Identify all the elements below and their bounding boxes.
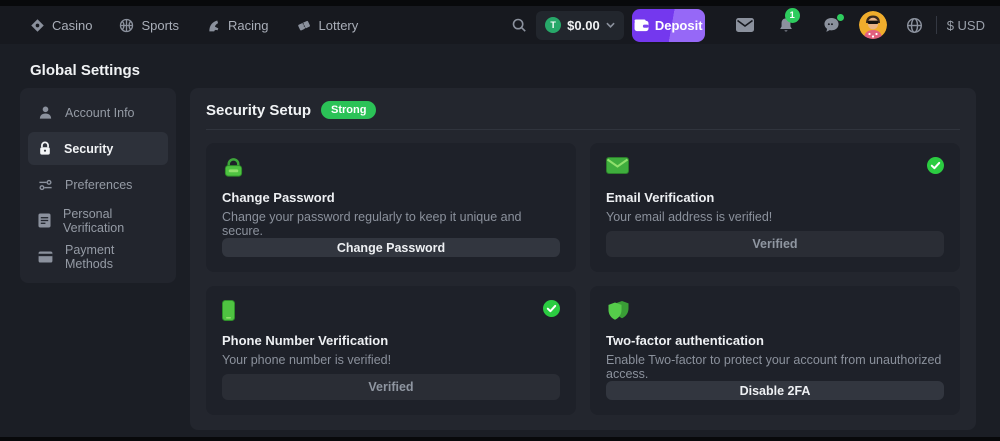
- page-content: Global Settings Account Info Security Pr…: [0, 44, 1000, 437]
- sidebar-item-payment-methods[interactable]: Payment Methods: [28, 240, 168, 273]
- lock-icon: [38, 141, 52, 156]
- tether-coin-icon: T: [545, 17, 561, 33]
- card-description: Enable Two-factor to protect your accoun…: [606, 353, 944, 381]
- card-description: Change your password regularly to keep i…: [222, 210, 560, 238]
- balance-amount: $0.00: [567, 18, 600, 33]
- user-avatar[interactable]: [859, 11, 887, 39]
- phone-green-icon: [222, 300, 235, 326]
- card-title: Two-factor authentication: [606, 333, 944, 348]
- nav-label: Sports: [141, 18, 179, 33]
- notification-count-badge: 1: [785, 8, 800, 23]
- verified-check-icon: [543, 300, 560, 322]
- chevron-down-icon: [606, 22, 615, 28]
- card-title: Change Password: [222, 190, 560, 205]
- security-cards-grid: Change Password Change your password reg…: [206, 143, 960, 415]
- card-description: Your phone number is verified!: [222, 353, 560, 367]
- security-setup-panel: Security Setup Strong Change Password Ch…: [190, 88, 976, 430]
- primary-nav: Casino Sports Racing Lottery: [30, 18, 358, 33]
- sidebar-item-preferences[interactable]: Preferences: [28, 168, 168, 201]
- strength-badge: Strong: [321, 101, 376, 119]
- nav-item-lottery[interactable]: Lottery: [296, 18, 359, 33]
- nav-item-sports[interactable]: Sports: [119, 18, 179, 33]
- wallet-icon: [634, 19, 649, 32]
- lottery-ticket-icon: [296, 18, 312, 33]
- chat-status-dot: [837, 14, 844, 21]
- mail-icon[interactable]: [736, 18, 754, 32]
- phone-verified-button[interactable]: Verified: [222, 374, 560, 400]
- deposit-button[interactable]: Deposit: [632, 9, 705, 42]
- email-verified-button[interactable]: Verified: [606, 231, 944, 257]
- card-icon-row: [222, 300, 560, 324]
- verified-check-icon: [927, 157, 944, 179]
- nav-item-racing[interactable]: Racing: [206, 18, 268, 33]
- sidebar-item-label: Payment Methods: [65, 243, 158, 271]
- card-icon-row: [606, 300, 944, 324]
- notifications-bell-icon[interactable]: 1: [778, 17, 794, 34]
- preferences-sliders-icon: [38, 178, 53, 192]
- card-icon-row: [606, 157, 944, 181]
- card-description: Your email address is verified!: [606, 210, 944, 224]
- change-password-card: Change Password Change your password reg…: [206, 143, 576, 272]
- card-title: Phone Number Verification: [222, 333, 560, 348]
- two-factor-card: Two-factor authentication Enable Two-fac…: [590, 286, 960, 415]
- email-verification-card: Email Verification Your email address is…: [590, 143, 960, 272]
- language-globe-icon[interactable]: [906, 17, 923, 34]
- page-title: Global Settings: [30, 62, 140, 79]
- phone-verification-card: Phone Number Verification Your phone num…: [206, 286, 576, 415]
- topbar-right-cluster: T $0.00 Deposit 1: [511, 9, 985, 42]
- sports-icon: [119, 18, 134, 33]
- credit-card-icon: [38, 251, 53, 263]
- change-password-button[interactable]: Change Password: [222, 238, 560, 257]
- nav-label: Casino: [52, 18, 92, 33]
- sidebar-item-label: Security: [64, 142, 113, 156]
- casino-icon: [30, 18, 45, 33]
- id-document-icon: [38, 213, 51, 228]
- sidebar-item-label: Account Info: [65, 106, 135, 120]
- envelope-green-icon: [606, 157, 629, 179]
- shields-green-icon: [606, 300, 631, 326]
- sidebar-item-personal-verification[interactable]: Personal Verification: [28, 204, 168, 237]
- disable-2fa-button[interactable]: Disable 2FA: [606, 381, 944, 400]
- sidebar-item-label: Preferences: [65, 178, 132, 192]
- header-divider: [206, 129, 960, 130]
- app-window: Casino Sports Racing Lottery: [0, 0, 1000, 441]
- currency-selector[interactable]: $ USD: [947, 18, 985, 33]
- card-icon-row: [222, 157, 560, 181]
- search-icon[interactable]: [511, 17, 527, 33]
- deposit-label: Deposit: [655, 18, 703, 33]
- nav-label: Racing: [228, 18, 268, 33]
- panel-title: Security Setup: [206, 102, 311, 119]
- sidebar-item-label: Personal Verification: [63, 207, 158, 235]
- racing-horse-icon: [206, 18, 221, 33]
- settings-sidebar: Account Info Security Preferences Person…: [20, 88, 176, 283]
- sidebar-item-account-info[interactable]: Account Info: [28, 96, 168, 129]
- user-icon: [38, 105, 53, 120]
- topbar-divider: [936, 16, 937, 34]
- card-title: Email Verification: [606, 190, 944, 205]
- nav-item-casino[interactable]: Casino: [30, 18, 92, 33]
- top-navigation-bar: Casino Sports Racing Lottery: [0, 6, 1000, 44]
- padlock-green-icon: [222, 157, 245, 183]
- balance-selector[interactable]: T $0.00: [536, 11, 624, 40]
- sidebar-item-security[interactable]: Security: [28, 132, 168, 165]
- panel-header: Security Setup Strong: [206, 101, 960, 119]
- chat-icon[interactable]: [823, 17, 840, 33]
- nav-label: Lottery: [319, 18, 359, 33]
